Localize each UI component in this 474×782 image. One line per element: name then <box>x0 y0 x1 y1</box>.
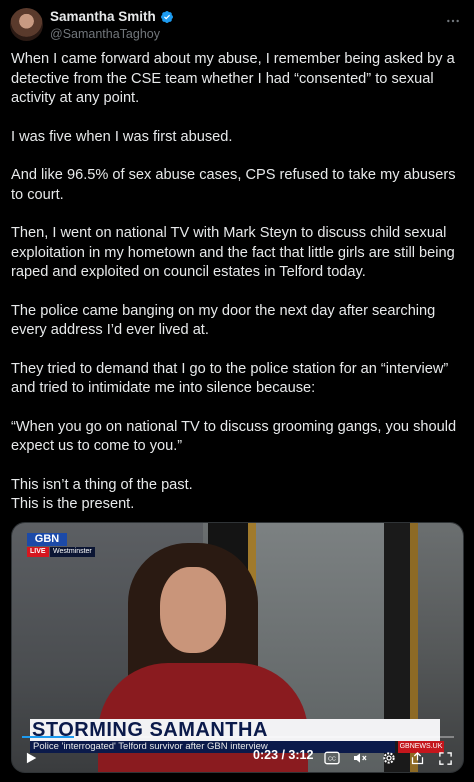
settings-icon[interactable] <box>380 749 398 767</box>
play-icon[interactable] <box>22 749 40 767</box>
progress-fill <box>22 736 74 738</box>
more-icon[interactable] <box>444 12 462 30</box>
post-paragraph: And like 96.5% of sex abuse cases, CPS r… <box>11 167 456 203</box>
post-paragraph: When I came forward about my abuse, I re… <box>11 51 455 106</box>
channel-logo: GBN <box>27 533 67 546</box>
video-player[interactable]: GBN LIVE Westminster STORMING SAMANTHA P… <box>11 522 464 773</box>
post-paragraph: They tried to demand that I go to the po… <box>11 360 449 397</box>
speaker-face <box>160 567 226 653</box>
captions-icon[interactable]: CC <box>323 749 341 767</box>
author-name-row: Samantha Smith <box>50 9 174 24</box>
post-paragraph: “When you go on national TV to discuss g… <box>11 418 457 455</box>
post-paragraph: Then, I went on national TV with Mark St… <box>11 225 455 280</box>
live-badge: LIVE <box>27 547 49 557</box>
location-label: Westminster <box>50 547 95 557</box>
verified-badge-icon <box>160 10 173 23</box>
post-header: Samantha Smith @SamanthaTaghoy <box>10 6 464 46</box>
time-display: 0:23 / 3:12 <box>253 748 314 762</box>
fullscreen-icon[interactable] <box>436 749 454 767</box>
post-paragraph: This isn’t a thing of the past. This is … <box>11 476 193 513</box>
author-handle[interactable]: @SamanthaTaghoy <box>50 27 160 41</box>
mute-icon[interactable] <box>350 749 370 767</box>
post-paragraph: I was five when I was first abused. <box>11 128 233 145</box>
share-icon[interactable] <box>408 749 426 767</box>
video-controls: 0:23 / 3:12 CC <box>12 742 463 772</box>
author-name[interactable]: Samantha Smith <box>50 9 156 24</box>
svg-text:CC: CC <box>328 757 336 763</box>
progress-bar[interactable] <box>22 736 454 738</box>
post-paragraph: The police came banging on my door the n… <box>11 302 436 339</box>
post-text: When I came forward about my abuse, I re… <box>11 50 467 534</box>
avatar[interactable] <box>10 8 43 41</box>
